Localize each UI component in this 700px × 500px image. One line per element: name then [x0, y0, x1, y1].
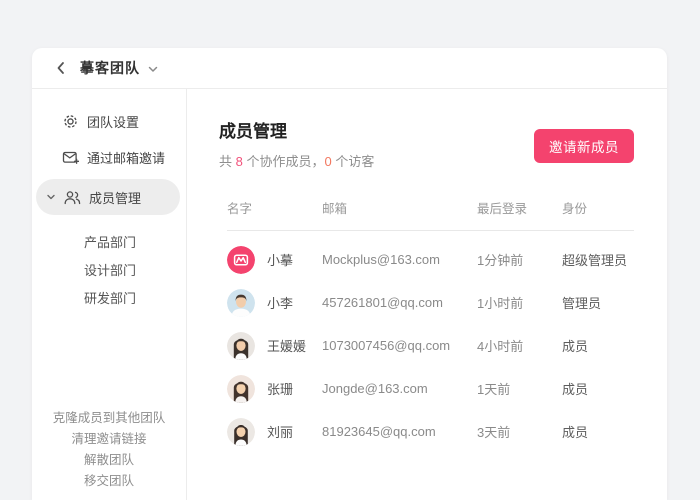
member-email: Mockplus@163.com: [322, 252, 477, 267]
member-name: 小李: [267, 293, 293, 312]
sidebar: 团队设置 通过邮箱邀请: [32, 89, 187, 500]
member-summary: 共 8 个协作成员，0 个访客: [219, 151, 374, 170]
sidebar-item-team-settings[interactable]: 团队设置: [32, 103, 186, 139]
chevron-down-icon: [147, 63, 159, 75]
guest-count: 0: [324, 154, 331, 169]
mail-plus-icon: [62, 149, 79, 166]
member-name-cell: 小摹: [227, 246, 322, 274]
expand-chevron-down-icon: [46, 192, 56, 202]
member-last-login: 1天前: [477, 379, 562, 398]
member-role: 成员: [562, 336, 634, 355]
sidebar-item-invite-by-email[interactable]: 通过邮箱邀请: [32, 139, 186, 175]
avatar-photo: [227, 289, 255, 317]
sidebar-department-rnd[interactable]: 研发部门: [32, 285, 186, 313]
member-name: 王媛媛: [267, 336, 306, 355]
column-header-role: 身份: [562, 198, 634, 217]
sidebar-footer: 克隆成员到其他团队 清理邀请链接 解散团队 移交团队: [32, 408, 186, 492]
window-body: 团队设置 通过邮箱邀请: [32, 89, 667, 500]
member-role: 成员: [562, 422, 634, 441]
clean-invite-links-link[interactable]: 清理邀请链接: [32, 429, 186, 450]
summary-text: 共: [219, 154, 236, 169]
team-management-window: 摹客团队 团队设置: [32, 48, 667, 500]
member-row[interactable]: 小摹 Mockplus@163.com 1分钟前 超级管理员: [227, 238, 634, 281]
sidebar-item-label: 成员管理: [89, 188, 141, 207]
member-last-login: 4小时前: [477, 336, 562, 355]
member-last-login: 3天前: [477, 422, 562, 441]
sidebar-item-label: 团队设置: [87, 112, 139, 131]
member-row[interactable]: 小李 457261801@qq.com 1小时前 管理员: [227, 281, 634, 324]
member-email: 1073007456@qq.com: [322, 338, 477, 353]
member-last-login: 1小时前: [477, 293, 562, 312]
member-row[interactable]: 张珊 Jongde@163.com 1天前 成员: [227, 367, 634, 410]
sidebar-item-label: 通过邮箱邀请: [87, 148, 165, 167]
member-table: 名字 邮箱 最后登录 身份: [227, 198, 634, 453]
table-header-row: 名字 邮箱 最后登录 身份: [227, 198, 634, 231]
sidebar-department-design[interactable]: 设计部门: [32, 257, 186, 285]
window-header: 摹客团队: [32, 48, 667, 89]
gear-icon: [62, 113, 79, 130]
team-switcher[interactable]: 摹客团队: [80, 58, 159, 78]
column-header-name: 名字: [227, 198, 322, 217]
summary-text: 个访客: [332, 154, 375, 169]
department-list: 产品部门 设计部门 研发部门: [32, 229, 186, 313]
member-count: 8: [236, 154, 243, 169]
avatar-photo: [227, 332, 255, 360]
avatar-mockplus-logo: [227, 246, 255, 274]
team-title: 摹客团队: [80, 58, 140, 78]
dissolve-team-link[interactable]: 解散团队: [32, 450, 186, 471]
column-header-email: 邮箱: [322, 198, 477, 217]
transfer-team-link[interactable]: 移交团队: [32, 471, 186, 492]
member-name-cell: 张珊: [227, 375, 322, 403]
chevron-left-icon: [53, 60, 69, 76]
member-name: 刘丽: [267, 422, 293, 441]
clone-members-link[interactable]: 克隆成员到其他团队: [32, 408, 186, 429]
sidebar-item-member-management[interactable]: 成员管理: [36, 179, 180, 215]
back-button[interactable]: [52, 59, 70, 77]
member-name-cell: 小李: [227, 289, 322, 317]
member-email: 457261801@qq.com: [322, 295, 477, 310]
member-row[interactable]: 王媛媛 1073007456@qq.com 4小时前 成员: [227, 324, 634, 367]
member-role: 超级管理员: [562, 250, 634, 269]
member-role: 管理员: [562, 293, 634, 312]
main-content: 成员管理 共 8 个协作成员，0 个访客 邀请新成员 名字 邮箱 最后登录 身份: [187, 89, 667, 500]
invite-new-member-button[interactable]: 邀请新成员: [534, 129, 634, 163]
team-members-icon: [63, 189, 81, 206]
member-name-cell: 王媛媛: [227, 332, 322, 360]
column-header-last-login: 最后登录: [477, 198, 562, 217]
main-header: 成员管理 共 8 个协作成员，0 个访客 邀请新成员: [219, 117, 634, 170]
table-body: 小摹 Mockplus@163.com 1分钟前 超级管理员: [227, 231, 634, 453]
member-row[interactable]: 刘丽 81923645@qq.com 3天前 成员: [227, 410, 634, 453]
member-name-cell: 刘丽: [227, 418, 322, 446]
member-email: Jongde@163.com: [322, 381, 477, 396]
sidebar-department-product[interactable]: 产品部门: [32, 229, 186, 257]
member-last-login: 1分钟前: [477, 250, 562, 269]
member-role: 成员: [562, 379, 634, 398]
page-title: 成员管理: [219, 117, 374, 142]
member-name: 小摹: [267, 250, 293, 269]
avatar-photo: [227, 418, 255, 446]
avatar-photo: [227, 375, 255, 403]
member-email: 81923645@qq.com: [322, 424, 477, 439]
member-name: 张珊: [267, 379, 293, 398]
summary-text: 个协作成员，: [243, 154, 325, 169]
